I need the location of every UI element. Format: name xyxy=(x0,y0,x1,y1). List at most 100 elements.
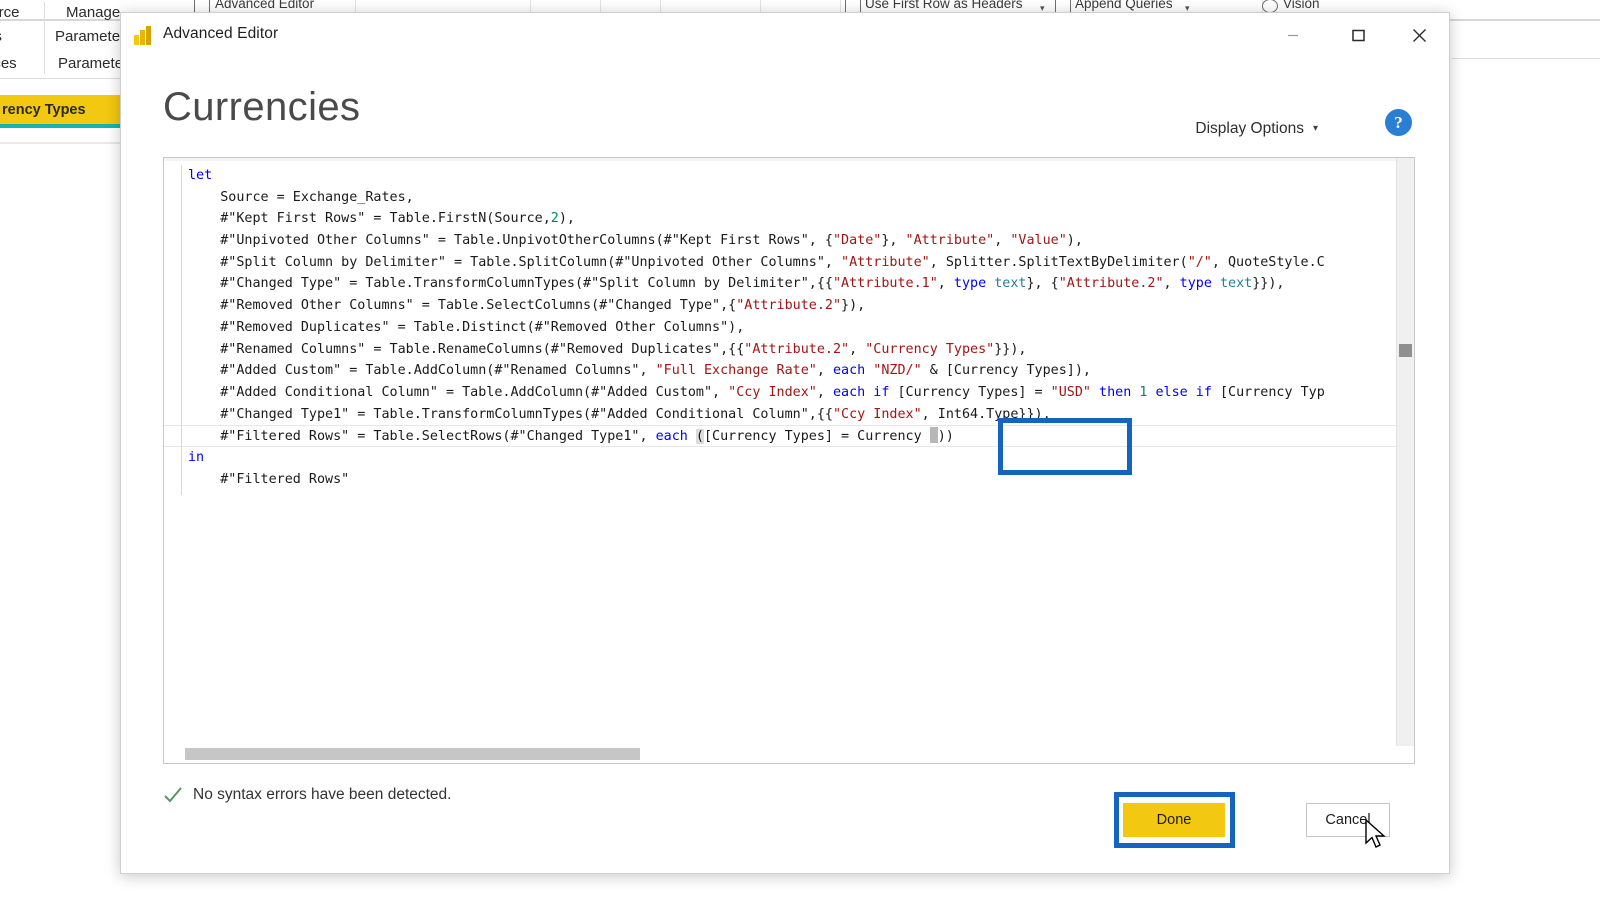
code-token: )) xyxy=(937,429,954,445)
code-token: #"Unpivoted Other Columns" = Table.Unpiv… xyxy=(188,233,833,249)
code-editor[interactable]: let Source = Exchange_Rates, #"Kept Firs… xyxy=(163,157,1415,764)
code-token: each xyxy=(832,384,866,400)
ribbon-item-advanced-editor[interactable]: Advanced Editor xyxy=(215,0,314,11)
page-title: Currencies xyxy=(163,85,361,129)
code-token: Source = Exchange_Rates, xyxy=(188,189,414,205)
cancel-button-label: Cancel xyxy=(1325,812,1371,828)
help-icon[interactable]: ? xyxy=(1385,109,1412,136)
advanced-editor-dialog: Advanced Editor Currencies Display Optio… xyxy=(120,12,1450,874)
code-line: #"Unpivoted Other Columns" = Table.Unpiv… xyxy=(164,230,1414,252)
code-token: then xyxy=(1099,384,1132,400)
code-line: #"Filtered Rows" xyxy=(164,469,1414,491)
ribbon-item-use-first-row-as-headers[interactable]: Use First Row as Headers xyxy=(865,0,1023,11)
horizontal-scrollbar[interactable] xyxy=(164,746,1414,763)
syntax-status: No syntax errors have been detected. xyxy=(163,785,451,805)
panel-divider-right xyxy=(1452,58,1600,59)
code-token: }, xyxy=(881,233,906,249)
code-token: & [Currency Types]), xyxy=(921,363,1091,379)
dialog-titlebar[interactable]: Advanced Editor xyxy=(121,13,1449,57)
ribbon-group-label: gs xyxy=(0,28,2,45)
maximize-icon[interactable] xyxy=(1335,13,1381,57)
chevron-down-icon: ▾ xyxy=(1312,123,1318,134)
code-line: #"Added Conditional Column" = Table.AddC… xyxy=(164,382,1414,404)
check-icon xyxy=(164,787,182,803)
code-token: }), xyxy=(841,298,866,314)
code-token: "Currency Types" xyxy=(865,341,995,357)
display-options-dropdown[interactable]: Display Options ▾ xyxy=(1195,120,1318,138)
code-token: ( xyxy=(695,429,704,445)
text-caret xyxy=(929,427,938,444)
code-token: "Attribute.2" xyxy=(744,341,850,357)
code-line: #"Kept First Rows" = Table.FirstN(Source… xyxy=(164,208,1414,230)
code-token: #"Filtered Rows" xyxy=(188,471,350,487)
code-token: , xyxy=(816,384,833,400)
code-token: "Attribute.2" xyxy=(1058,276,1164,292)
code-token: "Ccy Index" xyxy=(728,384,817,400)
code-line: #"Renamed Columns" = Table.RenameColumns… xyxy=(164,339,1414,361)
code-token: "/" xyxy=(1187,254,1212,270)
close-icon[interactable] xyxy=(1396,13,1442,57)
code-line: #"Split Column by Delimiter" = Table.Spl… xyxy=(164,252,1414,274)
query-list-item-label: rency Types xyxy=(2,101,86,118)
power-bi-logo-icon xyxy=(134,26,154,45)
code-token: #"Changed Type" = Table.TransformColumnT… xyxy=(188,276,833,292)
code-token: if xyxy=(1195,384,1212,400)
code-token: 2 xyxy=(550,211,559,227)
syntax-status-text: No syntax errors have been detected. xyxy=(193,786,452,803)
code-token: #"Added Conditional Column" = Table.AddC… xyxy=(188,384,729,400)
code-token: , Int64.Type}}), xyxy=(921,406,1051,422)
code-token: #"Renamed Columns" = Table.RenameColumns… xyxy=(188,341,745,357)
code-token: , xyxy=(1163,276,1180,292)
code-token: [Currency Types] = xyxy=(889,384,1051,400)
done-button[interactable]: Done xyxy=(1123,803,1225,837)
code-token: ), xyxy=(1066,233,1083,249)
code-token: "Ccy Index" xyxy=(832,406,922,422)
ribbon-group-label: Parameter xyxy=(55,28,126,45)
code-token: "USD" xyxy=(1050,384,1091,400)
code-token: #"Removed Duplicates" = Table.Distinct(#… xyxy=(188,319,745,335)
code-token: #"Changed Type1" = Table.TransformColumn… xyxy=(188,406,833,422)
code-token: type xyxy=(953,276,987,292)
code-token: "Attribute" xyxy=(841,254,930,270)
horizontal-scrollbar-thumb[interactable] xyxy=(185,748,640,760)
editor-top-shade xyxy=(164,158,1414,161)
code-token: in xyxy=(188,449,205,465)
code-line: #"Removed Duplicates" = Table.Distinct(#… xyxy=(164,317,1414,339)
code-line: #"Filtered Rows" = Table.SelectRows(#"Ch… xyxy=(164,425,1414,447)
code-line: #"Added Custom" = Table.AddColumn(#"Rena… xyxy=(164,360,1414,382)
code-token: [Currency Types] = Currency xyxy=(703,429,930,445)
ribbon-item-vision[interactable]: Vision xyxy=(1283,0,1320,11)
code-token: }}), xyxy=(1252,276,1285,292)
code-token: "NZD/" xyxy=(873,363,922,379)
code-token: "Attribute" xyxy=(905,233,995,249)
ribbon-group-label: ource xyxy=(0,4,20,21)
code-token: , xyxy=(849,341,866,357)
code-line: in xyxy=(164,447,1414,469)
vertical-scrollbar-thumb[interactable] xyxy=(1399,344,1412,357)
code-token: #"Filtered Rows" = Table.SelectRows(#"Ch… xyxy=(188,429,656,445)
code-token: let xyxy=(188,168,213,183)
ribbon-item-append-queries[interactable]: Append Queries xyxy=(1075,0,1173,11)
cancel-button[interactable]: Cancel xyxy=(1306,803,1390,837)
done-button-label: Done xyxy=(1156,812,1192,828)
code-token: "Date" xyxy=(832,233,882,249)
ribbon-group-label: urces xyxy=(0,55,17,72)
query-list-item-currency-types[interactable]: rency Types xyxy=(0,95,130,124)
code-token: , xyxy=(816,363,833,379)
code-token: , QuoteStyle.C xyxy=(1211,254,1325,270)
code-token: text xyxy=(994,276,1027,292)
code-token: ), xyxy=(558,211,575,227)
vertical-scrollbar[interactable] xyxy=(1396,158,1414,763)
code-line: Source = Exchange_Rates, xyxy=(164,187,1414,209)
ribbon-group-divider xyxy=(44,2,45,74)
code-token: "Attribute.2" xyxy=(736,298,842,314)
minimize-icon[interactable] xyxy=(1270,13,1316,57)
code-token: text xyxy=(1219,276,1253,292)
code-token: else xyxy=(1155,384,1188,400)
code-text[interactable]: let Source = Exchange_Rates, #"Kept Firs… xyxy=(164,165,1414,490)
code-token: #"Split Column by Delimiter" = Table.Spl… xyxy=(188,254,842,270)
